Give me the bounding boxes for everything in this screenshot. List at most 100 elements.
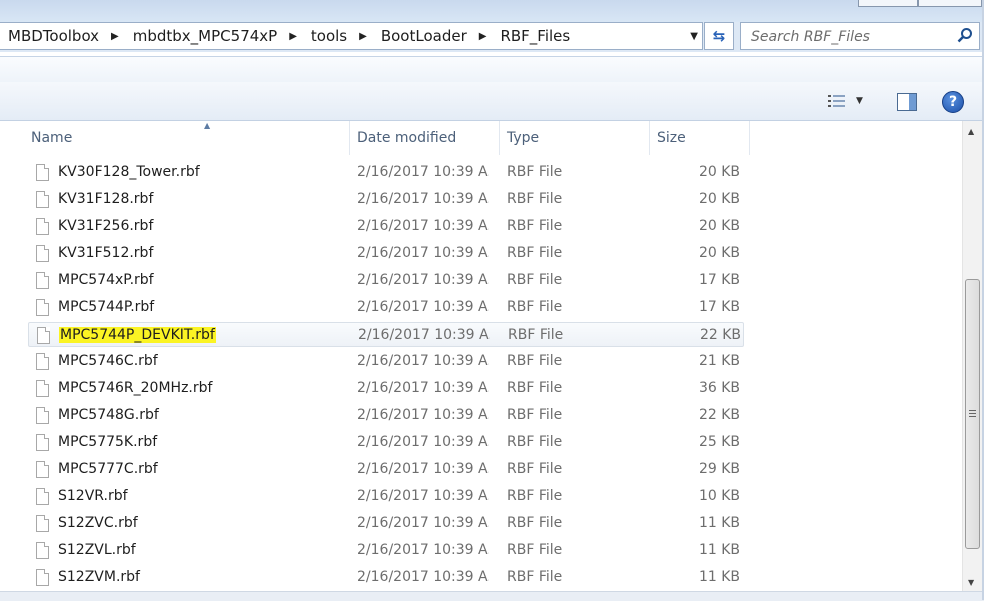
file-date-modified: 2/16/2017 10:39 A... bbox=[357, 245, 489, 261]
breadcrumb-item[interactable]: mbdtbx_MPC574xP ▶ bbox=[125, 27, 303, 45]
file-type: RBF File bbox=[507, 191, 563, 207]
file-name-text: KV31F256.rbf bbox=[58, 218, 154, 234]
table-row[interactable]: S12ZVC.rbf 2/16/2017 10:39 A... RBF File 11… bbox=[28, 511, 744, 536]
table-row[interactable]: KV31F128.rbf 2/16/2017 10:39 A... RBF File… bbox=[28, 187, 744, 212]
toolbar-separator bbox=[0, 56, 984, 83]
file-name[interactable]: MPC5746C.rbf bbox=[58, 349, 348, 374]
address-dropdown-icon[interactable]: ▼ bbox=[690, 31, 698, 42]
breadcrumb: MBDToolbox ▶ mbdtbx_MPC574xP ▶ tools ▶ BootLoa… bbox=[0, 27, 576, 45]
table-row[interactable]: MPC5775K.rbf 2/16/2017 10:39 A... RBF File… bbox=[28, 430, 744, 455]
breadcrumb-label[interactable]: tools bbox=[303, 27, 353, 45]
column-header-type[interactable]: Type bbox=[500, 121, 650, 155]
scrollbar-thumb[interactable] bbox=[965, 279, 980, 549]
search-icon[interactable] bbox=[957, 27, 973, 43]
file-name[interactable]: MPC5775K.rbf bbox=[58, 430, 348, 455]
file-name-text: S12VR.rbf bbox=[58, 488, 128, 504]
file-size: 29 KB bbox=[698, 461, 740, 477]
file-size: 21 KB bbox=[698, 353, 740, 369]
help-icon[interactable]: ? bbox=[942, 91, 964, 113]
file-name-text: MPC5744P.rbf bbox=[58, 299, 155, 315]
search-box bbox=[740, 22, 980, 50]
breadcrumb-label[interactable]: MBDToolbox bbox=[0, 27, 105, 45]
table-row[interactable]: MPC5746C.rbf 2/16/2017 10:39 A... RBF File… bbox=[28, 349, 744, 374]
file-name-text: MPC5777C.rbf bbox=[58, 461, 158, 477]
table-row[interactable]: MPC5744P.rbf 2/16/2017 10:39 A... RBF File… bbox=[28, 295, 744, 320]
file-name[interactable]: KV31F256.rbf bbox=[58, 214, 348, 239]
address-row: MBDToolbox ▶ mbdtbx_MPC574xP ▶ tools ▶ BootLoa… bbox=[0, 22, 984, 52]
preview-pane-icon[interactable] bbox=[897, 93, 917, 111]
file-name[interactable]: S12VR.rbf bbox=[58, 484, 348, 509]
table-row[interactable]: MPC5748G.rbf 2/16/2017 10:39 A... RBF File… bbox=[28, 403, 744, 428]
table-row[interactable]: MPC5744P_DEVKIT.rbf 2/16/2017 10:39 A... R… bbox=[28, 322, 744, 347]
file-name[interactable]: KV31F128.rbf bbox=[58, 187, 348, 212]
column-header-name[interactable]: Name bbox=[24, 121, 350, 155]
file-name-text: KV31F128.rbf bbox=[58, 191, 154, 207]
chevron-right-icon[interactable]: ▶ bbox=[353, 31, 373, 42]
file-size: 10 KB bbox=[698, 488, 740, 504]
vertical-scrollbar[interactable]: ▲ ▼ bbox=[962, 121, 983, 591]
file-name[interactable]: MPC574xP.rbf bbox=[58, 268, 348, 293]
file-icon bbox=[36, 299, 49, 316]
file-name[interactable]: KV31F512.rbf bbox=[58, 241, 348, 266]
file-list: Name ▲ Date modified Type Size KV30F128_… bbox=[0, 121, 962, 591]
file-date-modified: 2/16/2017 10:39 A... bbox=[357, 164, 489, 180]
column-header-size[interactable]: Size bbox=[650, 121, 750, 155]
file-name[interactable]: MPC5748G.rbf bbox=[58, 403, 348, 428]
table-row[interactable]: S12ZVM.rbf 2/16/2017 10:39 A... RBF File 11… bbox=[28, 565, 744, 590]
file-date-modified: 2/16/2017 10:39 A... bbox=[357, 569, 489, 585]
table-row[interactable]: KV31F256.rbf 2/16/2017 10:39 A... RBF File… bbox=[28, 214, 744, 239]
file-type: RBF File bbox=[507, 353, 563, 369]
file-size: 36 KB bbox=[698, 380, 740, 396]
file-name[interactable]: S12ZVM.rbf bbox=[58, 565, 348, 590]
breadcrumb-item[interactable]: RBF_Files bbox=[492, 27, 576, 45]
chevron-down-icon[interactable]: ▼ bbox=[856, 96, 863, 106]
file-type: RBF File bbox=[507, 542, 563, 558]
file-type: RBF File bbox=[507, 380, 563, 396]
maximize-button-edge[interactable] bbox=[918, 0, 982, 7]
breadcrumb-label[interactable]: BootLoader bbox=[373, 27, 473, 45]
file-name[interactable]: MPC5744P_DEVKIT.rbf bbox=[59, 323, 349, 348]
chevron-right-icon[interactable]: ▶ bbox=[283, 31, 303, 42]
scroll-up-icon[interactable]: ▲ bbox=[968, 127, 974, 136]
file-icon bbox=[36, 272, 49, 289]
table-row[interactable]: MPC5746R_20MHz.rbf 2/16/2017 10:39 A... RB… bbox=[28, 376, 744, 401]
table-row[interactable]: KV31F512.rbf 2/16/2017 10:39 A... RBF File… bbox=[28, 241, 744, 266]
views-icon bbox=[828, 95, 845, 107]
search-input[interactable] bbox=[749, 25, 953, 49]
file-size: 22 KB bbox=[698, 407, 740, 423]
breadcrumb-label[interactable]: RBF_Files bbox=[492, 27, 576, 45]
change-view-button[interactable]: ▼ bbox=[828, 94, 863, 108]
file-name[interactable]: KV30F128_Tower.rbf bbox=[58, 160, 348, 185]
file-type: RBF File bbox=[507, 515, 563, 531]
chevron-right-icon[interactable]: ▶ bbox=[473, 31, 493, 42]
table-row[interactable]: S12VR.rbf 2/16/2017 10:39 A... RBF File 10 … bbox=[28, 484, 744, 509]
file-name-text: S12ZVC.rbf bbox=[58, 515, 138, 531]
table-row[interactable]: MPC574xP.rbf 2/16/2017 10:39 A... RBF File… bbox=[28, 268, 744, 293]
file-name[interactable]: MPC5744P.rbf bbox=[58, 295, 348, 320]
file-type: RBF File bbox=[507, 218, 563, 234]
refresh-icon[interactable]: ⇆ bbox=[704, 22, 734, 50]
file-name[interactable]: S12ZVC.rbf bbox=[58, 511, 348, 536]
command-bar: ▼ ? bbox=[0, 82, 984, 121]
minimize-button-edge[interactable] bbox=[858, 0, 918, 7]
chevron-right-icon[interactable]: ▶ bbox=[105, 31, 125, 42]
breadcrumb-label[interactable]: mbdtbx_MPC574xP bbox=[125, 27, 283, 45]
breadcrumb-item[interactable]: MBDToolbox ▶ bbox=[0, 27, 125, 45]
table-row[interactable]: MPC5777C.rbf 2/16/2017 10:39 A... RBF File… bbox=[28, 457, 744, 482]
scroll-down-icon[interactable]: ▼ bbox=[968, 578, 974, 587]
file-date-modified: 2/16/2017 10:39 A... bbox=[357, 353, 489, 369]
file-type: RBF File bbox=[507, 245, 563, 261]
table-row[interactable]: KV30F128_Tower.rbf 2/16/2017 10:39 A... RB… bbox=[28, 160, 744, 185]
file-name[interactable]: S12ZVL.rbf bbox=[58, 538, 348, 563]
column-header-date[interactable]: Date modified bbox=[350, 121, 500, 155]
table-row[interactable]: S12ZVL.rbf 2/16/2017 10:39 A... RBF File 11… bbox=[28, 538, 744, 563]
breadcrumb-item[interactable]: BootLoader ▶ bbox=[373, 27, 493, 45]
sort-ascending-icon: ▲ bbox=[204, 121, 211, 130]
file-name[interactable]: MPC5746R_20MHz.rbf bbox=[58, 376, 348, 401]
window-top-strip bbox=[0, 0, 984, 22]
breadcrumb-item[interactable]: tools ▶ bbox=[303, 27, 373, 45]
file-name-text: MPC5744P_DEVKIT.rbf bbox=[59, 327, 216, 343]
file-size: 11 KB bbox=[698, 542, 740, 558]
file-name[interactable]: MPC5777C.rbf bbox=[58, 457, 348, 482]
address-bar[interactable]: MBDToolbox ▶ mbdtbx_MPC574xP ▶ tools ▶ BootLoa… bbox=[0, 22, 703, 50]
